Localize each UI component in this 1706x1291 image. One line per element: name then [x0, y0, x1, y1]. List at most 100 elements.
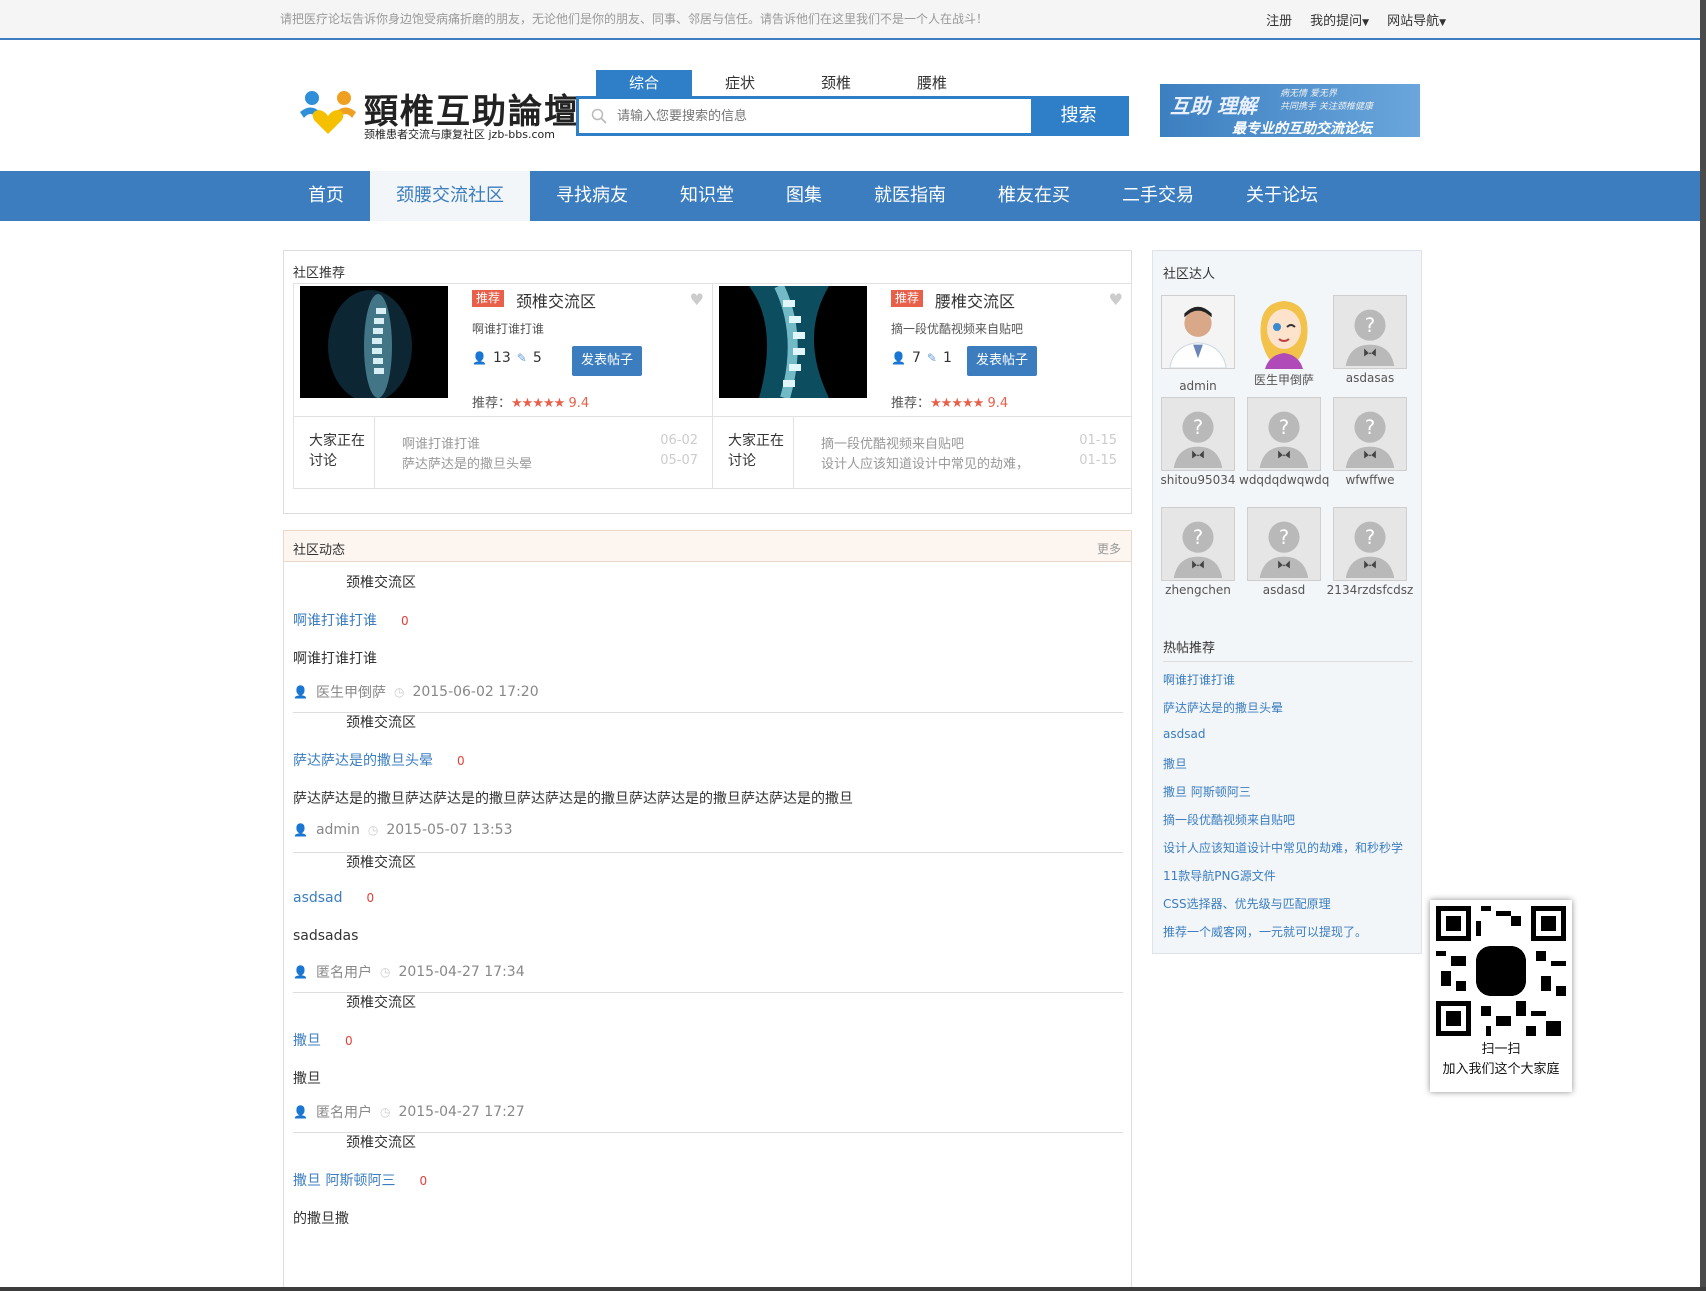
svg-text:?: ?: [1279, 416, 1289, 439]
hot-post-link[interactable]: asdsad: [1163, 727, 1205, 741]
feed-title-link[interactable]: 撒旦: [293, 1033, 321, 1049]
hot-post-link[interactable]: 设计人应该知道设计中常见的劫难，和秒秒学: [1163, 839, 1403, 856]
default-avatar-icon: ?: [1247, 397, 1321, 471]
feed-category[interactable]: 颈椎交流区: [346, 712, 416, 732]
feed-category[interactable]: 颈椎交流区: [346, 572, 416, 592]
default-avatar-icon: ?: [1333, 397, 1407, 471]
top-bar: 请把医疗论坛告诉你身边饱受病痛折磨的朋友，无论他们是你的朋友、同事、邻居与信任。…: [0, 0, 1706, 40]
feed-title-link[interactable]: 撒旦 阿斯顿阿三: [293, 1173, 395, 1189]
hot-post-link[interactable]: 撒旦: [1163, 755, 1187, 772]
banner-tagline: 最专业的互助交流论坛: [1232, 121, 1372, 137]
heart-icon[interactable]: ♥: [1109, 290, 1123, 309]
slogan-banner: 互助 理解 病无情 爱无界 共同携手 关注颈椎健康 最专业的互助交流论坛: [1160, 84, 1420, 137]
author[interactable]: 医生甲倒萨: [316, 682, 386, 702]
search-tab-cervical[interactable]: 颈椎: [788, 70, 884, 96]
star-rating-icon: ★★★★★: [930, 396, 984, 411]
banner-small-text: 病无情 爱无界 共同携手 关注颈椎健康: [1280, 88, 1373, 114]
feed-category[interactable]: 颈椎交流区: [346, 1132, 416, 1152]
nav-item-home[interactable]: 首页: [282, 171, 370, 221]
hot-post-link[interactable]: 11款导航PNG源文件: [1163, 867, 1276, 884]
discussion-date: 05-07: [660, 453, 698, 468]
discussion-link[interactable]: 摘一段优酷视频来自贴吧: [821, 433, 964, 452]
logo-people-icon: [300, 91, 356, 134]
feed-meta: 👤 admin ◷ 2015-05-07 13:53: [293, 822, 512, 838]
author[interactable]: 匿名用户: [316, 1102, 372, 1122]
recommend-title: 社区推荐: [293, 266, 346, 281]
discussion-date: 06-02: [660, 433, 698, 448]
post-count: 5: [532, 350, 542, 366]
nav-item-medical-guide[interactable]: 就医指南: [848, 171, 972, 221]
hot-post-link[interactable]: 萨达萨达是的撒旦头晕: [1163, 699, 1283, 716]
author[interactable]: 匿名用户: [316, 962, 372, 982]
feed-title-link[interactable]: 萨达萨达是的撒旦头晕: [293, 753, 433, 769]
hot-post-link[interactable]: 啊谁打谁打谁: [1163, 671, 1235, 688]
reply-count: 0: [345, 1034, 353, 1048]
heart-icon[interactable]: ♥: [690, 290, 704, 309]
qr-code-panel: 扫一扫 加入我们这个大家庭: [1430, 900, 1572, 1092]
lumbar-xray-image[interactable]: [719, 286, 867, 398]
nav-item-knowledge[interactable]: 知识堂: [654, 171, 760, 221]
caret-down-icon: ▼: [1439, 18, 1446, 28]
banner-line-b: 共同携手 关注颈椎健康: [1280, 102, 1373, 112]
nav-item-secondhand[interactable]: 二手交易: [1096, 171, 1220, 221]
divider: [374, 417, 375, 489]
more-link[interactable]: 更多: [1097, 540, 1121, 557]
discussion-link[interactable]: 萨达萨达是的撒旦头晕: [402, 453, 532, 472]
svg-text:?: ?: [1365, 314, 1375, 337]
search-tab-all[interactable]: 综合: [596, 70, 692, 96]
list-item: 颈椎交流区 撒旦 阿斯顿阿三 0 的撒旦撒: [284, 1122, 1131, 1274]
qr-join-label: 加入我们这个大家庭: [1442, 1062, 1560, 1077]
feed-title-link[interactable]: asdsad: [293, 890, 343, 906]
new-post-button[interactable]: 发表帖子: [572, 346, 642, 376]
member-count: 13: [492, 350, 511, 366]
nav-item-community[interactable]: 颈腰交流社区: [370, 171, 530, 221]
community-stats: 👤 7 ✎ 1: [891, 350, 952, 366]
community-desc: 摘一段优酷视频来自贴吧: [891, 322, 1024, 336]
nav-item-gallery[interactable]: 图集: [760, 171, 848, 221]
feed-title-link[interactable]: 啊谁打谁打谁: [293, 613, 377, 629]
list-item: 颈椎交流区 撒旦 0 撒旦 👤 匿名用户 ◷ 2015-04-27 17:27: [284, 982, 1131, 1134]
hot-post-link[interactable]: CSS选择器、优先级与匹配原理: [1163, 895, 1331, 912]
hot-post-link[interactable]: 撒旦 阿斯顿阿三: [1163, 783, 1251, 800]
list-item: 颈椎交流区 萨达萨达是的撒旦头晕 0 萨达萨达是的撒旦萨达萨达是的撒旦萨达萨达是的…: [284, 702, 1131, 854]
clock-icon: ◷: [393, 685, 405, 699]
nav-item-buying[interactable]: 椎友在买: [972, 171, 1096, 221]
feed-meta: 👤 匿名用户 ◷ 2015-04-27 17:27: [293, 1102, 525, 1122]
svg-text:?: ?: [1193, 416, 1203, 439]
star-rating-icon: ★★★★★: [511, 396, 565, 411]
discussion-link[interactable]: 设计人应该知道设计中常见的劫难，: [821, 453, 1029, 472]
community-name[interactable]: 腰椎交流区: [935, 288, 1015, 312]
site-nav-menu[interactable]: 网站导航▼: [1387, 10, 1446, 29]
register-link[interactable]: 注册: [1266, 10, 1292, 29]
sidebar: 社区达人 admin 医生甲倒萨 ? asdasas ? shitou95034…: [1152, 250, 1422, 954]
feed-category[interactable]: 颈椎交流区: [346, 852, 416, 872]
default-avatar-icon: ?: [1247, 507, 1321, 581]
list-item: 颈椎交流区 啊谁打谁打谁 0 啊谁打谁打谁 👤 医生甲倒萨 ◷ 2015-06-02 1…: [284, 562, 1131, 714]
expert-name: zhengchen: [1165, 583, 1231, 597]
cervical-xray-image[interactable]: [300, 286, 448, 398]
feed-item-title: 萨达萨达是的撒旦头晕 0: [293, 750, 465, 770]
svg-text:?: ?: [1193, 526, 1203, 549]
nav-item-about[interactable]: 关于论坛: [1220, 171, 1344, 221]
discussion-link[interactable]: 啊谁打谁打谁: [402, 433, 480, 452]
new-post-button[interactable]: 发表帖子: [967, 346, 1037, 376]
hot-post-link[interactable]: 推荐一个威客网，一元就可以提现了。: [1163, 923, 1367, 940]
site-logo[interactable]: 頸椎互助論壇 颈椎患者交流与康复社区 jzb-bbs.com: [298, 84, 578, 144]
rating-score: 9.4: [987, 396, 1009, 411]
search-tab-symptoms[interactable]: 症状: [692, 70, 788, 96]
nav-item-find-patients[interactable]: 寻找病友: [530, 171, 654, 221]
feed-category[interactable]: 颈椎交流区: [346, 992, 416, 1012]
search-tab-lumbar[interactable]: 腰椎: [884, 70, 980, 96]
author[interactable]: admin: [316, 822, 360, 838]
feed-body: 啊谁打谁打谁: [293, 651, 377, 667]
expert-name: asdasd: [1262, 583, 1306, 597]
feed-body: sadsadas: [293, 928, 359, 944]
hot-post-link[interactable]: 摘一段优酷视频来自贴吧: [1163, 811, 1295, 828]
expert-name: shitou95034: [1160, 473, 1236, 487]
expert-name: wdqdqdwqwdq: [1239, 473, 1330, 487]
search-input[interactable]: [579, 99, 1031, 133]
community-name[interactable]: 颈椎交流区: [516, 288, 596, 312]
feed-item-title: 啊谁打谁打谁 0: [293, 610, 409, 630]
search-button[interactable]: 搜索: [1031, 99, 1126, 133]
my-questions-menu[interactable]: 我的提问▼: [1310, 10, 1369, 29]
